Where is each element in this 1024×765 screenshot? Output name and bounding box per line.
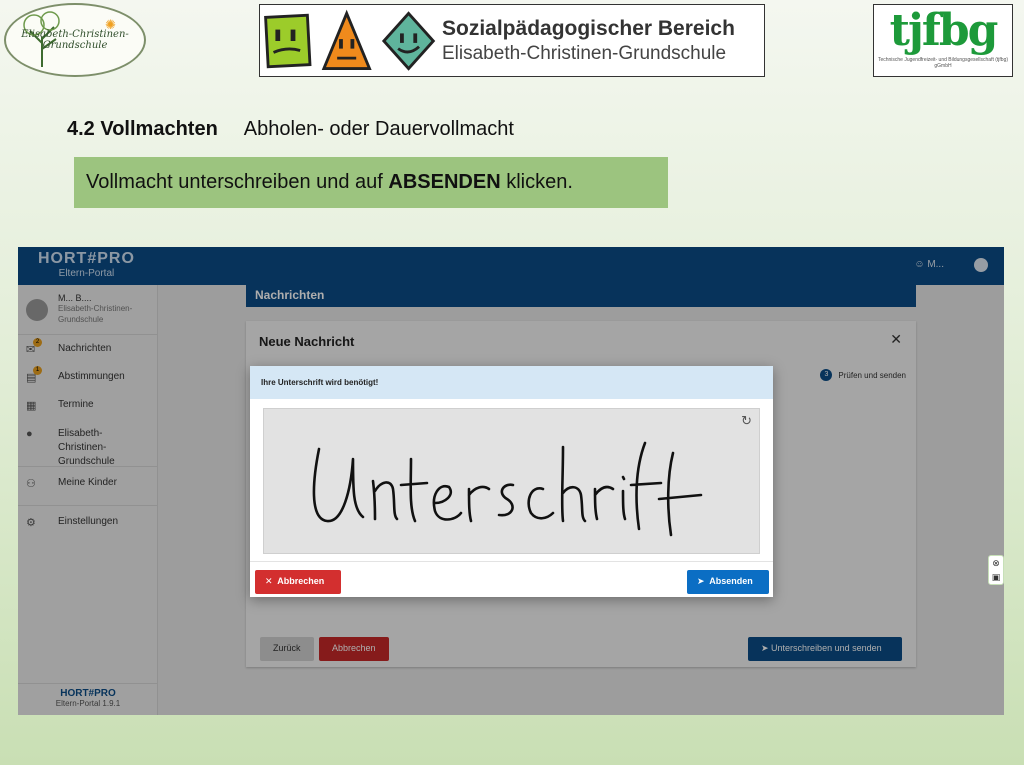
app-screenshot: HORT#PRO Eltern-Portal ☺ M... M... B....… [18,247,1004,715]
banner-title: Sozialpädagogischer Bereich [442,16,735,40]
refresh-icon[interactable]: ↻ [741,413,752,429]
tjfbg-logo: tjfbg Technische Jugendfreizeit- und Bil… [873,4,1013,77]
send-signature-button[interactable]: ➤ Absenden [687,570,769,594]
instruction-bold: ABSENDEN [388,171,501,193]
triangle-face-icon [322,9,373,70]
banner: Sozialpädagogischer Bereich Elisabeth-Ch… [259,4,765,77]
cancel-signature-button[interactable]: ✕ Abbrechen [255,570,341,594]
school-logo: ✺ Elisabeth-Christinen-Grundschule [4,3,146,77]
dialog-footer: ✕ Abbrechen ➤ Absenden [250,561,773,594]
signature-pad[interactable]: ↻ [263,408,760,554]
send-signature-label: Absenden [709,576,753,586]
tjfbg-logo-text: tjfbg [889,5,999,56]
instruction-text-end: klicken. [500,171,573,193]
heading-subtitle: Abholen- oder Dauervollmacht [243,118,514,140]
banner-faces [260,9,436,73]
diamond-face-icon [381,10,436,71]
signature-dialog: Ihre Unterschrift wird benötigt! ↻ ✕ Abb… [250,366,773,597]
copy-icon[interactable]: ▣ [989,570,1003,584]
side-widget[interactable]: ⊗ ▣ [988,555,1004,585]
heading-number: 4.2 Vollmachten [67,118,218,140]
section-heading: 4.2 Vollmachten Abholen- oder Dauervollma… [67,118,514,141]
signature-drawing [312,441,703,537]
school-logo-text: Elisabeth-Christinen-Grundschule [21,29,129,51]
close-icon[interactable]: ⊗ [989,556,1003,570]
dialog-title: Ihre Unterschrift wird benötigt! [250,366,773,399]
square-face-icon [264,13,312,68]
instruction-box: Vollmacht unterschreiben und auf ABSENDE… [74,157,668,208]
instruction-text: Vollmacht unterschreiben und auf [86,171,389,193]
banner-subtitle: Elisabeth-Christinen-Grundschule [442,42,727,64]
cancel-signature-label: Abbrechen [277,576,325,586]
tjfbg-logo-subtext: Technische Jugendfreizeit- und Bildungsg… [877,57,1009,69]
